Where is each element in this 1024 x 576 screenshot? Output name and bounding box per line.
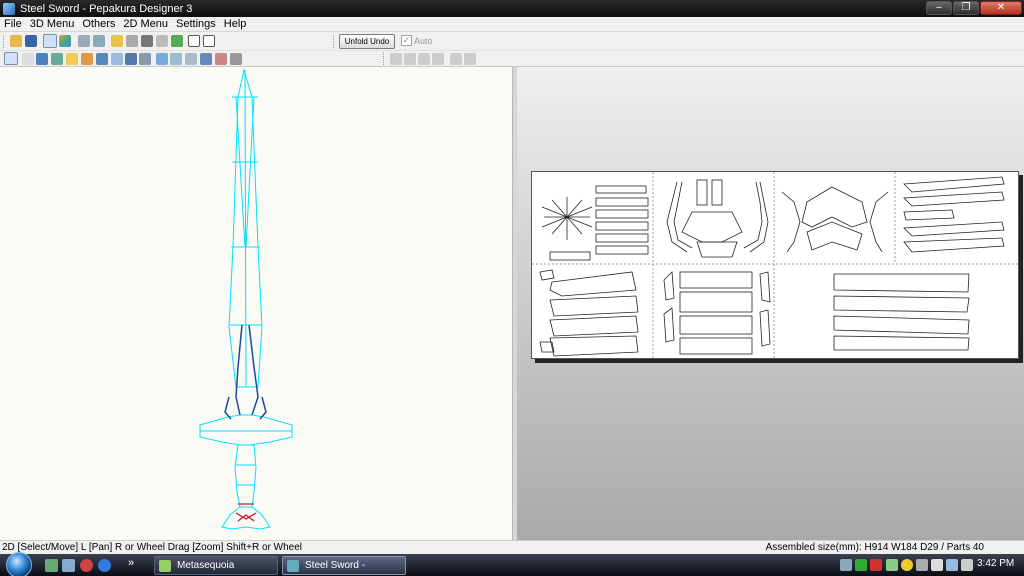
align-left-icon[interactable] <box>390 53 402 65</box>
rotate-right-icon[interactable] <box>464 53 476 65</box>
paper-icon[interactable] <box>81 53 93 65</box>
secondary-toolbar <box>0 51 1024 67</box>
part-feathers[interactable] <box>903 176 1005 253</box>
color-icon[interactable] <box>59 35 71 47</box>
crossguard <box>199 414 293 446</box>
pepakura-icon <box>287 560 299 572</box>
menu-help[interactable]: Help <box>220 17 251 31</box>
metasequoia-icon <box>159 560 171 572</box>
tray-monitor-icon[interactable] <box>946 559 958 571</box>
align-bottom-icon[interactable] <box>432 53 444 65</box>
auto-label: Auto <box>414 36 433 46</box>
open-icon[interactable] <box>10 35 22 47</box>
align-top-icon[interactable] <box>418 53 430 65</box>
box-icon[interactable] <box>200 53 212 65</box>
quicklaunch-overflow[interactable]: » <box>128 557 134 569</box>
zoom-icon[interactable] <box>139 53 151 65</box>
tray-misc2-icon[interactable] <box>931 559 943 571</box>
align-right-icon[interactable] <box>404 53 416 65</box>
status-bar: 2D [Select/Move] L [Pan] R or Wheel Drag… <box>0 540 1024 554</box>
menu-others[interactable]: Others <box>78 17 119 31</box>
unfolded-parts <box>532 172 1020 360</box>
pommel <box>221 506 271 530</box>
tray-update-icon[interactable] <box>886 559 898 571</box>
menu-settings[interactable]: Settings <box>172 17 220 31</box>
part-blade-strips[interactable] <box>833 273 970 351</box>
rotate-icon[interactable] <box>78 35 90 47</box>
save-icon[interactable] <box>25 35 37 47</box>
layout-icon[interactable] <box>230 53 242 65</box>
volume-icon[interactable] <box>961 559 973 571</box>
menu-file[interactable]: File <box>0 17 26 31</box>
frame-icon[interactable] <box>188 35 200 47</box>
pepakura-app-icon[interactable] <box>3 2 15 15</box>
select-icon[interactable] <box>4 52 18 65</box>
task-steel-sword[interactable]: Steel Sword - Pepaku... <box>282 556 406 575</box>
restore-button[interactable]: ❐ <box>953 1 979 15</box>
part-guard[interactable] <box>781 186 889 253</box>
page-icon[interactable] <box>215 53 227 65</box>
switch-windows-icon[interactable] <box>62 559 75 572</box>
paper-sheet[interactable] <box>531 171 1020 360</box>
frame2-icon[interactable] <box>203 35 215 47</box>
part-strips-a[interactable] <box>549 185 649 261</box>
link-icon[interactable] <box>111 53 123 65</box>
taskbar: » Metasequoia Steel Sword - Pepaku... 3:… <box>0 552 1024 576</box>
status-assembled-size: Assembled size(mm): H914 W184 D29 / Part… <box>765 542 984 553</box>
start-button[interactable] <box>6 552 32 576</box>
edit-icon[interactable] <box>111 35 123 47</box>
line-icon[interactable] <box>185 53 197 65</box>
2d-view-pane[interactable] <box>517 67 1024 540</box>
clock[interactable]: 3:42 PM <box>977 558 1014 569</box>
part-grip-panels[interactable] <box>663 271 771 355</box>
move-icon[interactable] <box>156 53 168 65</box>
tray-check-icon[interactable] <box>855 559 867 571</box>
texture-icon[interactable] <box>43 34 57 48</box>
task-metasequoia[interactable]: Metasequoia <box>154 556 278 575</box>
grip <box>234 444 257 508</box>
show-desktop-icon[interactable] <box>45 559 58 572</box>
join-icon[interactable] <box>156 35 168 47</box>
close-button[interactable]: ✕ <box>980 1 1022 15</box>
part-claws[interactable] <box>666 179 769 258</box>
window-controls: – ❐ ✕ <box>925 1 1022 15</box>
menu-2d[interactable]: 2D Menu <box>119 17 172 31</box>
sword-3d-model[interactable] <box>0 67 513 540</box>
fold-icon[interactable] <box>51 53 63 65</box>
menu-bar: File 3D Menu Others 2D Menu Settings Hel… <box>0 17 1024 32</box>
internet-explorer-icon[interactable] <box>98 559 111 572</box>
undo-icon[interactable] <box>125 53 137 65</box>
toolbar-grip[interactable] <box>333 35 335 48</box>
status-hint: 2D [Select/Move] L [Pan] R or Wheel Drag… <box>2 542 303 553</box>
print-icon[interactable] <box>126 35 138 47</box>
scissors-icon[interactable] <box>96 53 108 65</box>
unfold-undo-button[interactable]: Unfold Undo <box>339 34 395 49</box>
menu-3d[interactable]: 3D Menu <box>26 17 79 31</box>
tray-app-icon[interactable] <box>901 559 913 571</box>
auto-checkbox[interactable]: ✓ <box>401 35 412 46</box>
flip-icon[interactable] <box>93 35 105 47</box>
window-title: Steel Sword - Pepakura Designer 3 <box>20 2 193 15</box>
photo-icon[interactable] <box>36 53 48 65</box>
tray-network-icon[interactable] <box>840 559 852 571</box>
3d-view-pane[interactable] <box>0 67 513 540</box>
title-bar: Steel Sword - Pepakura Designer 3 – ❐ ✕ <box>0 0 1024 17</box>
toolbar-grip[interactable] <box>383 52 385 65</box>
part-strips-b[interactable] <box>539 269 639 357</box>
rotate2-icon[interactable] <box>170 53 182 65</box>
toolbar-grip[interactable] <box>3 35 5 48</box>
split-icon[interactable] <box>171 35 183 47</box>
anchor-icon[interactable] <box>141 35 153 47</box>
minimize-button[interactable]: – <box>926 1 952 15</box>
tray-misc-icon[interactable] <box>916 559 928 571</box>
tray-security-icon[interactable] <box>870 559 882 571</box>
app-shortcut-icon[interactable] <box>80 559 93 572</box>
part-icon[interactable] <box>66 53 78 65</box>
pen-icon[interactable] <box>22 53 34 65</box>
part-star[interactable] <box>541 197 593 240</box>
rotate-left-icon[interactable] <box>450 53 462 65</box>
main-toolbar: Unfold Undo ✓ Auto <box>0 32 1024 51</box>
